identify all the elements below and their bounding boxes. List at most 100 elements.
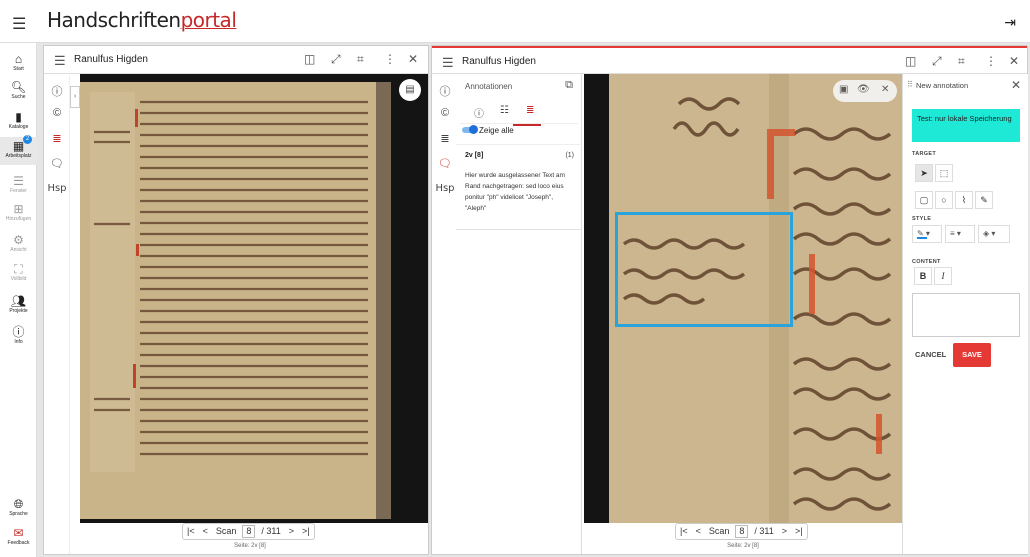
logout-icon[interactable]: ⇥ [1004, 14, 1016, 31]
info-icon[interactable]: ⓘ [432, 83, 458, 99]
copyright-icon[interactable]: © [432, 107, 458, 119]
annotation-panel-title: Annotationen [465, 82, 513, 91]
page-total: / 311 [754, 526, 774, 536]
freehand-tool-icon[interactable]: ✎ [975, 191, 993, 209]
logo[interactable]: Handschriftenportal [47, 8, 237, 32]
comment-overlay-button[interactable]: ▤ [399, 79, 421, 101]
page-input[interactable]: 8 [242, 525, 256, 538]
last-page-icon[interactable]: >| [791, 524, 807, 539]
window-side-toolbar: ⓘ © ≣ 🗨︎ Hsp [44, 75, 70, 554]
close-icon[interactable]: ✕ [881, 84, 889, 95]
next-page-icon[interactable]: > [778, 524, 791, 539]
crop-icon[interactable]: ⌗ [357, 52, 364, 67]
nav-sprache[interactable]: 🌐︎ Sprache [0, 498, 37, 518]
nav-arbeitsplatz[interactable]: ▦ 2 Arbeitsplatz [0, 135, 37, 165]
nav-info[interactable]: ⓘ Info [0, 326, 37, 346]
nav-kataloge[interactable]: ▮ Kataloge [0, 110, 37, 131]
italic-button[interactable]: I [934, 267, 952, 285]
fill-color-dropdown[interactable]: ◈ ▾ [978, 225, 1010, 243]
window-menu-icon[interactable]: ☰ [54, 53, 66, 69]
stroke-color-dropdown[interactable]: ✎ ▾ [912, 225, 942, 243]
tab-annotations-icon[interactable]: ≣ [526, 105, 534, 116]
close-icon[interactable]: ✕ [1009, 54, 1019, 68]
annotation-highlight-box[interactable] [615, 212, 793, 327]
window-list-icon: ☰ [13, 174, 24, 188]
nav-label: Hinzufügen [5, 216, 32, 222]
target-label: TARGET [912, 151, 937, 157]
prev-page-icon[interactable]: < [199, 524, 212, 539]
left-nav: ⌂ Start 🔍︎ Suche ▮ Kataloge ▦ 2 Arbeitsplatz … [0, 43, 37, 557]
close-icon[interactable]: ✕ [408, 52, 418, 66]
table-of-contents-icon[interactable]: ≣ [44, 132, 70, 145]
next-page-icon[interactable]: > [285, 524, 298, 539]
prev-page-icon[interactable]: < [692, 524, 705, 539]
split-view-icon[interactable]: ◫ [304, 52, 315, 66]
nav-label: Sprache [9, 511, 28, 517]
nav-fenster[interactable]: ☰ Fenster [0, 174, 37, 195]
line-weight-dropdown[interactable]: ≡ ▾ [945, 225, 975, 243]
nav-hinzufuegen[interactable]: ⊞ Hinzufügen [0, 202, 37, 223]
eye-icon[interactable]: 👁︎ [857, 84, 870, 95]
window-side-toolbar: ⓘ © ≣ 🗨︎ Hsp [432, 75, 458, 554]
save-button[interactable]: SAVE [953, 343, 991, 367]
nav-start[interactable]: ⌂ Start [0, 52, 37, 73]
close-icon[interactable]: ✕ [1011, 78, 1021, 92]
split-view-icon[interactable]: ◫ [905, 54, 916, 68]
open-external-icon[interactable]: ⧉ [565, 79, 573, 92]
comment-icon[interactable]: 🗨︎ [432, 157, 458, 170]
nav-label: Suche [11, 94, 26, 100]
maximize-icon[interactable]: ⤢ [331, 52, 341, 67]
collapse-sidebar-button[interactable]: › [70, 86, 80, 108]
people-icon: 👥︎ [10, 294, 27, 308]
nav-suche[interactable]: 🔍︎ Suche [0, 81, 37, 101]
tab-info-icon[interactable]: ⓘ [474, 105, 484, 120]
mail-icon: ✉ [13, 526, 24, 540]
page-caption: Seite: 2v [8] [234, 543, 266, 549]
comment-icon[interactable]: 🗨︎ [44, 157, 70, 170]
maximize-icon[interactable]: ⤢ [932, 54, 942, 69]
nav-label: Fenster [10, 188, 27, 194]
content-label: CONTENT [912, 259, 941, 265]
nav-label: Projekte [9, 308, 28, 314]
rectangle-tool-icon[interactable]: ▢ [915, 191, 933, 209]
show-all-toggle[interactable] [462, 125, 478, 134]
home-icon: ⌂ [14, 52, 23, 66]
book-icon: ▮ [15, 110, 22, 124]
new-annotation-title: New annotation [916, 81, 969, 90]
manuscript-image[interactable] [80, 74, 428, 523]
first-page-icon[interactable]: |< [183, 524, 199, 539]
copyright-icon[interactable]: © [44, 107, 70, 119]
nav-vollbild[interactable]: ⛶ Vollbild [0, 262, 37, 283]
crop-icon[interactable]: ⌗ [958, 54, 965, 69]
drag-handle-icon[interactable]: ⠿ [907, 80, 913, 89]
page-input[interactable]: 8 [735, 525, 749, 538]
add-icon: ⊞ [13, 202, 24, 216]
annotation-list-item[interactable]: 2v [8] (1) Hier wurde ausgelassener Text… [456, 144, 582, 230]
layers-icon[interactable]: ▣ [839, 84, 848, 95]
polyline-tool-icon[interactable]: ⌇ [955, 191, 973, 209]
tab-list-icon[interactable]: ☷ [500, 105, 509, 116]
hsp-label[interactable]: Hsp [432, 183, 458, 194]
first-page-icon[interactable]: |< [676, 524, 692, 539]
select-tool-icon[interactable]: ➤ [915, 164, 933, 182]
info-icon[interactable]: ⓘ [44, 83, 70, 99]
table-of-contents-icon[interactable]: ≣ [432, 132, 458, 145]
nav-ansicht[interactable]: ⚙ Ansicht [0, 234, 37, 254]
annotation-content-input[interactable] [912, 293, 1020, 337]
cancel-button[interactable]: CANCEL [915, 350, 946, 359]
fullscreen-icon: ⛶ [14, 262, 23, 276]
window-menu-icon[interactable]: ☰ [442, 55, 454, 71]
circle-tool-icon[interactable]: ○ [935, 191, 953, 209]
hsp-label[interactable]: Hsp [44, 183, 70, 194]
hamburger-menu-icon[interactable]: ☰ [12, 14, 26, 34]
nav-feedback[interactable]: ✉ Feedback [0, 526, 37, 547]
page-caption: Seite: 2v [8] [727, 543, 759, 549]
window-title: Ranulfus Higden [74, 54, 148, 65]
more-vert-icon[interactable]: ⋮ [985, 54, 997, 68]
viewer-tools: ▣ 👁︎ ✕ [833, 80, 897, 102]
nav-projekte[interactable]: 👥︎ Projekte [0, 294, 37, 315]
rectangle-select-icon[interactable]: ⬚ [935, 164, 953, 182]
more-vert-icon[interactable]: ⋮ [384, 52, 396, 66]
last-page-icon[interactable]: >| [298, 524, 314, 539]
bold-button[interactable]: B [914, 267, 932, 285]
